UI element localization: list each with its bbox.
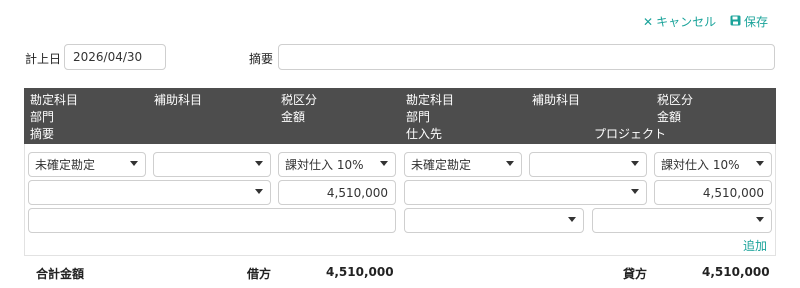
chevron-down-icon [255,189,263,194]
chevron-down-icon [631,189,639,194]
debit-account-header: 勘定科目 [30,93,79,107]
date-label: 計上日 [25,52,62,66]
debit-sub-account-header: 補助科目 [154,93,203,107]
credit-project-header: プロジェクト [594,127,667,141]
total-label: 合計金額 [36,267,85,281]
debit-total-label: 借方 [247,267,272,281]
debit-tax-header: 税区分 [281,93,318,107]
credit-sub-account-select[interactable] [529,152,647,177]
credit-amount-header: 金額 [657,110,682,124]
credit-tax-select[interactable]: 課対仕入 10% [654,152,772,177]
credit-account-select[interactable]: 未確定勘定 [404,152,522,177]
memo-field[interactable] [278,44,775,70]
chevron-down-icon [631,161,639,166]
debit-tax-select[interactable]: 課対仕入 10% [278,152,396,177]
save-button[interactable]: 保存 [730,13,768,30]
save-label: 保存 [744,15,769,29]
debit-account-select[interactable]: 未確定勘定 [28,152,146,177]
credit-supplier-header: 仕入先 [406,127,443,141]
credit-project-select[interactable] [592,208,772,233]
chevron-down-icon [506,161,514,166]
close-icon: ✕ [643,14,654,29]
credit-total-value: 4,510,000 [702,265,770,279]
credit-account-header: 勘定科目 [406,93,455,107]
debit-department-header: 部門 [30,110,55,124]
entry-table-header: 勘定科目 補助科目 税区分 部門 金額 摘要 勘定科目 補助科目 税区分 部門 … [24,88,776,144]
add-row-link[interactable]: 追加 [743,237,767,254]
chevron-down-icon [255,161,263,166]
chevron-down-icon [380,161,388,166]
debit-memo-header: 摘要 [30,127,55,141]
date-field[interactable]: 2026/04/30 [64,44,166,70]
save-icon [730,15,741,29]
debit-amount-header: 金額 [281,110,306,124]
debit-memo-input[interactable] [28,208,396,233]
credit-amount-input[interactable]: 4,510,000 [654,180,772,205]
chevron-down-icon [568,217,576,222]
memo-label: 摘要 [249,52,274,66]
credit-sub-account-header: 補助科目 [532,93,581,107]
cancel-button[interactable]: ✕ キャンセル [643,13,716,30]
credit-department-header: 部門 [406,110,431,124]
debit-total-value: 4,510,000 [326,265,394,279]
debit-department-select[interactable] [28,180,271,205]
debit-sub-account-select[interactable] [153,152,271,177]
credit-total-label: 貸方 [623,267,648,281]
credit-department-select[interactable] [404,180,647,205]
cancel-label: キャンセル [656,15,717,29]
credit-supplier-select[interactable] [404,208,584,233]
chevron-down-icon [130,161,138,166]
chevron-down-icon [756,161,764,166]
credit-tax-header: 税区分 [657,93,694,107]
debit-amount-input[interactable]: 4,510,000 [278,180,396,205]
chevron-down-icon [756,217,764,222]
